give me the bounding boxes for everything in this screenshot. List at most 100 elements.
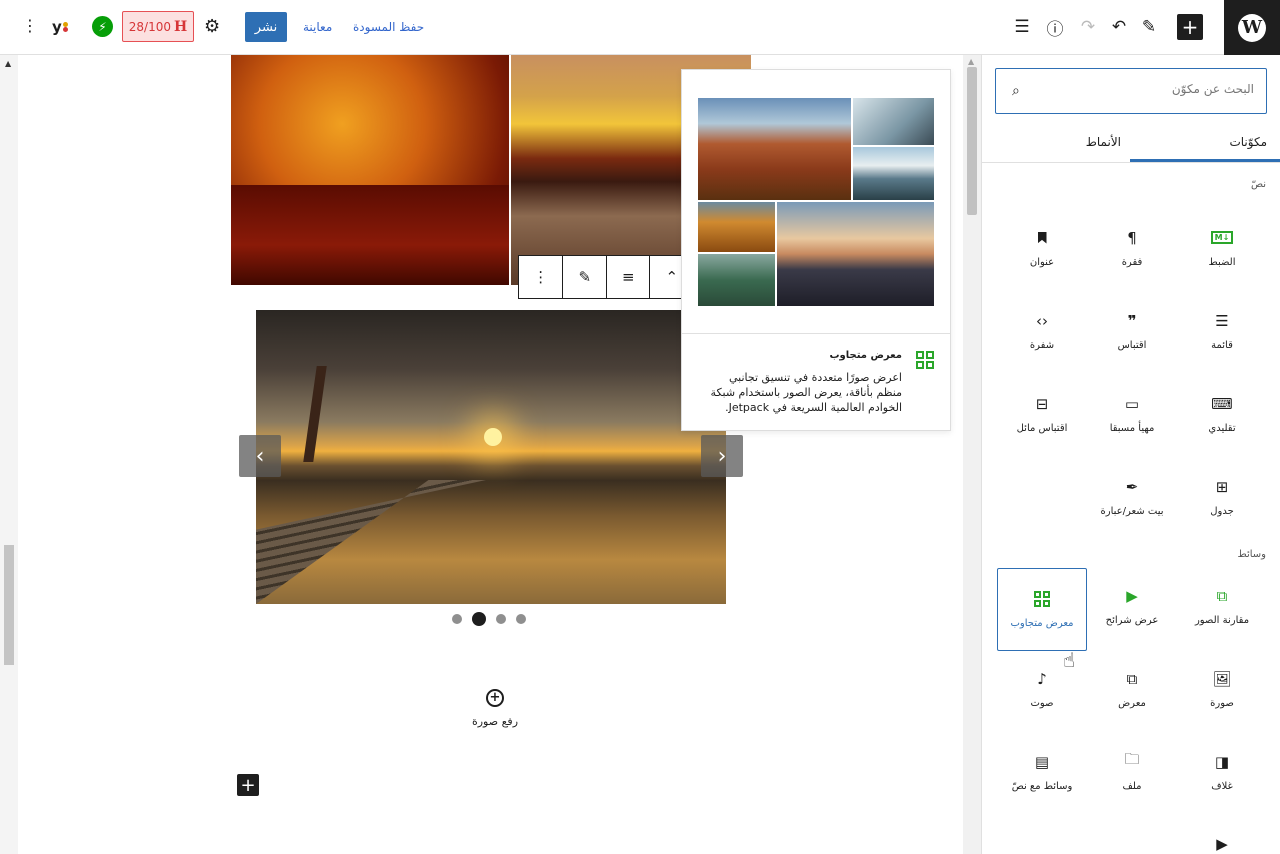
- video-icon: ▶: [1216, 835, 1228, 853]
- block-label: فقرة: [1121, 256, 1143, 268]
- save-draft-button[interactable]: حفظ المسودة: [353, 20, 424, 34]
- block-label: عرض شرائح: [1105, 614, 1159, 626]
- quote-icon: ❞: [1127, 311, 1137, 330]
- block-markdown[interactable]: M↓ الضبط: [1177, 210, 1267, 286]
- block-video[interactable]: ▶: [1177, 817, 1267, 854]
- block-label: معرض: [1118, 697, 1146, 709]
- food-image-block[interactable]: [231, 55, 751, 285]
- pullquote-icon: ⊟: [1035, 394, 1049, 413]
- block-gallery[interactable]: ⧉ معرض: [1087, 651, 1177, 727]
- wordpress-logo-icon: W: [1238, 13, 1266, 42]
- publish-button[interactable]: نشر: [245, 12, 287, 42]
- block-file[interactable]: 🗀 ملف: [1087, 734, 1177, 810]
- block-slideshow[interactable]: ▶ عرض شرائح: [1087, 568, 1177, 644]
- add-block-button[interactable]: +: [1177, 14, 1203, 40]
- block-pullquote[interactable]: ⊟ اقتباس مائل: [997, 376, 1087, 452]
- wordpress-logo-button[interactable]: W: [1224, 0, 1280, 55]
- block-classic[interactable]: ⌨ تقليدي: [1177, 376, 1267, 452]
- left-scrollbar[interactable]: ▲: [0, 55, 18, 854]
- list-view-icon[interactable]: ☰: [1009, 14, 1035, 40]
- keyboard-icon: ⌨: [1211, 394, 1233, 413]
- gallery-tile: [777, 202, 934, 306]
- block-preformatted[interactable]: ▭ مهيأ مسبقا: [1087, 376, 1177, 452]
- tiled-gallery-icon: [916, 351, 934, 369]
- block-code[interactable]: ‹› شفرة: [997, 293, 1087, 369]
- scroll-up-icon[interactable]: ▲: [5, 59, 11, 68]
- inline-inserter-button[interactable]: +: [237, 774, 259, 796]
- section-media-label: وسائط: [1237, 549, 1266, 560]
- seo-score-icon: H: [173, 18, 188, 35]
- upload-label: رفع صورة: [471, 715, 519, 728]
- upload-image-button[interactable]: + رفع صورة: [440, 689, 550, 729]
- slideshow-prev-button[interactable]: ‹: [239, 435, 281, 477]
- gallery-tile: [698, 254, 775, 306]
- block-label: بيت شعر/عبارة: [1100, 505, 1164, 517]
- audio-icon: ♪: [1037, 669, 1047, 688]
- block-label: شفرة: [1029, 339, 1055, 351]
- markdown-icon: M↓: [1210, 229, 1234, 247]
- jetpack-icon[interactable]: ⚡: [92, 16, 113, 37]
- divider: [682, 333, 950, 334]
- block-list[interactable]: ☰ قائمة: [1177, 293, 1267, 369]
- block-label: جدول: [1210, 505, 1234, 517]
- boardwalk: [256, 480, 486, 604]
- more-options-icon[interactable]: ⋮: [519, 256, 562, 298]
- slideshow-dot-active[interactable]: [472, 612, 486, 626]
- block-image-compare[interactable]: ⧉ مقارنة الصور: [1177, 568, 1267, 644]
- block-verse[interactable]: ✒ بيت شعر/عبارة: [1087, 459, 1177, 535]
- kebab-icon[interactable]: ⋮: [22, 16, 38, 36]
- yoast-icon[interactable]: y: [52, 16, 74, 38]
- block-label: عنوان: [1029, 256, 1055, 268]
- slideshow-dot[interactable]: [496, 614, 506, 624]
- block-paragraph[interactable]: ¶ فقرة: [1087, 210, 1177, 286]
- post: [303, 366, 327, 462]
- slideshow-image[interactable]: [256, 310, 726, 604]
- fries-image: [231, 55, 509, 285]
- slideshow-icon: ▶: [1126, 586, 1138, 605]
- block-heading[interactable]: عنوان: [997, 210, 1087, 286]
- gallery-tile: [853, 147, 934, 200]
- block-quote[interactable]: ❞ اقتباس: [1087, 293, 1177, 369]
- block-label: مهيأ مسبقا: [1109, 422, 1155, 434]
- block-label: صورة: [1210, 697, 1234, 709]
- canvas-scrollbar[interactable]: ▲: [963, 55, 981, 854]
- align-icon[interactable]: ≡: [605, 256, 650, 298]
- slideshow-pagination: [452, 612, 526, 626]
- slideshow-dot[interactable]: [516, 614, 526, 624]
- scroll-up-icon[interactable]: ▲: [968, 57, 974, 66]
- slideshow-dot[interactable]: [452, 614, 462, 624]
- plus-circle-icon: +: [486, 689, 504, 707]
- preview-button[interactable]: معاينة: [303, 20, 332, 34]
- block-search-field[interactable]: ⌕: [995, 68, 1267, 114]
- bookmark-icon: [1037, 229, 1047, 247]
- seo-score-value: 28/100: [128, 19, 171, 34]
- block-table[interactable]: ⊞ جدول: [1177, 459, 1267, 535]
- feather-icon: ✒: [1125, 477, 1139, 496]
- sun: [484, 428, 502, 446]
- slideshow-next-button[interactable]: ›: [701, 435, 743, 477]
- block-cover[interactable]: ◨ غلاف: [1177, 734, 1267, 810]
- info-icon[interactable]: ⓘ: [1042, 14, 1068, 40]
- folder-icon: 🗀: [1124, 750, 1140, 768]
- cover-icon: ◨: [1214, 752, 1230, 771]
- block-media-text[interactable]: ▤ وسائط مع نصّ: [997, 734, 1087, 810]
- inserter-tabs: مكوّنات الأنماط: [982, 127, 1280, 163]
- undo-icon[interactable]: ↶: [1106, 14, 1132, 40]
- edit-pen-icon[interactable]: ✎: [562, 256, 606, 298]
- block-tiled-gallery[interactable]: معرض متجاوب: [997, 568, 1087, 651]
- left-scroll-thumb[interactable]: [4, 545, 14, 665]
- search-input[interactable]: [1034, 82, 1254, 96]
- table-icon: ⊞: [1215, 477, 1229, 496]
- gear-icon[interactable]: ⚙: [204, 16, 220, 37]
- block-label: الضبط: [1208, 256, 1236, 268]
- seo-score-badge[interactable]: 28/100 H: [122, 11, 194, 42]
- tab-patterns[interactable]: الأنماط: [1086, 135, 1121, 149]
- block-inserter-panel: ⌕ مكوّنات الأنماط نصّ M↓ الضبط ¶ فقرة عن…: [981, 55, 1280, 854]
- canvas-scroll-thumb[interactable]: [967, 67, 977, 215]
- block-image[interactable]: 🖼 صورة: [1177, 651, 1267, 727]
- tab-blocks[interactable]: مكوّنات: [1229, 135, 1267, 149]
- pen-icon[interactable]: ✎: [1136, 14, 1162, 40]
- redo-icon[interactable]: ↷: [1075, 14, 1101, 40]
- block-label: تقليدي: [1208, 422, 1236, 434]
- block-label: صوت: [1030, 697, 1054, 709]
